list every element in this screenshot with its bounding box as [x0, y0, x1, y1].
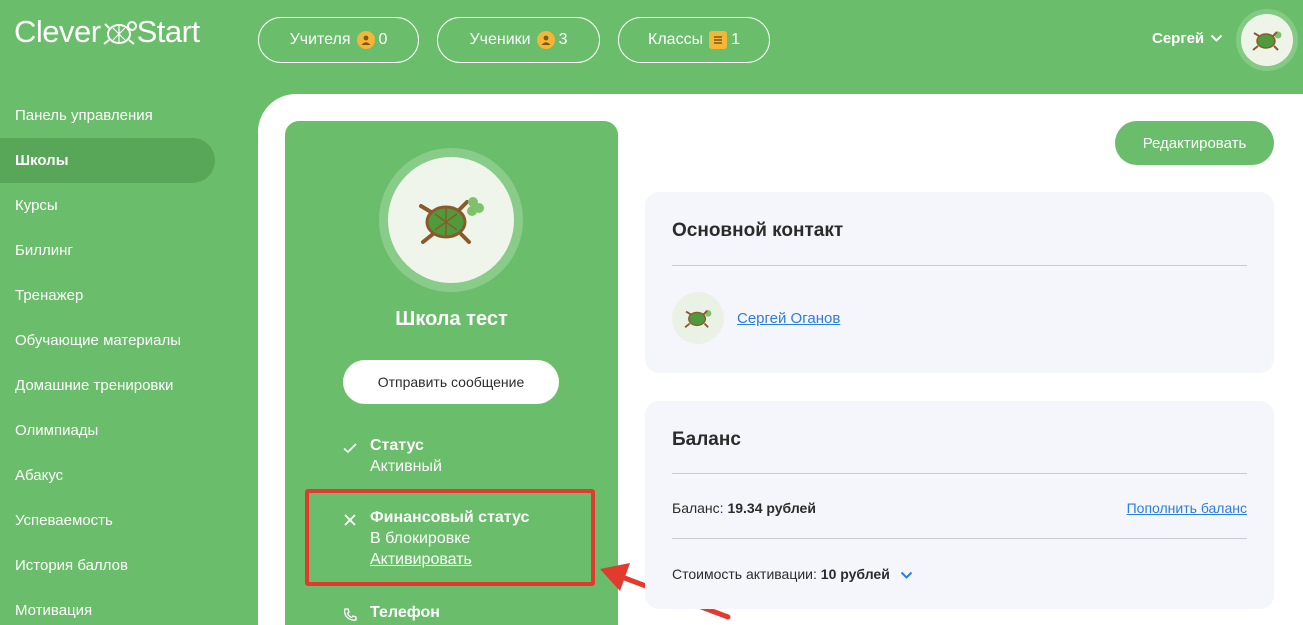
activation-cost-value: 10 рублей: [820, 566, 890, 582]
sidebar-item-olympiads[interactable]: Олимпиады: [0, 408, 215, 453]
balance-panel: Баланс Баланс: 19.34 рублей Пополнить ба…: [645, 401, 1274, 609]
sidebar-item-abacus[interactable]: Абакус: [0, 453, 215, 498]
user-menu[interactable]: Сергей: [1152, 30, 1223, 47]
status-title: Статус: [370, 437, 424, 454]
turtle-avatar-icon: [684, 309, 712, 328]
phone-title: Телефон: [370, 604, 440, 621]
contact-name-link[interactable]: Сергей Оганов: [737, 310, 840, 327]
sidebar-item-schools[interactable]: Школы: [0, 138, 215, 183]
classes-counter[interactable]: Классы 1: [618, 17, 770, 63]
logo-text-right: Start: [136, 14, 200, 49]
person-icon: [536, 31, 555, 49]
sidebar-item-points-history[interactable]: История баллов: [0, 543, 215, 588]
divider: [672, 538, 1247, 539]
balance-line: Баланс: 19.34 рублей: [672, 500, 816, 516]
app-logo[interactable]: Clever Start: [14, 14, 200, 50]
turtle-avatar-icon: [1252, 31, 1282, 51]
list-icon: [709, 31, 728, 49]
counter-label: Учителя: [289, 31, 351, 48]
school-name: Школа тест: [395, 308, 508, 330]
sidebar-item-homework[interactable]: Домашние тренировки: [0, 363, 215, 408]
person-icon: [356, 31, 375, 49]
school-logo: [379, 148, 523, 292]
sidebar-item-trainer[interactable]: Тренажер: [0, 273, 215, 318]
edit-button[interactable]: Редактировать: [1115, 121, 1274, 165]
divider: [672, 473, 1247, 474]
sidebar-item-billing[interactable]: Биллинг: [0, 228, 215, 273]
balance-value: 19.34 рублей: [727, 500, 816, 516]
sidebar-item-materials[interactable]: Обучающие материалы: [0, 318, 215, 363]
logo-text-left: Clever: [14, 14, 101, 49]
activation-cost-line[interactable]: Стоимость активации: 10 рублей: [672, 566, 913, 582]
chevron-down-icon: [1210, 34, 1223, 42]
check-icon: [343, 443, 357, 454]
counter-value: 0: [378, 31, 388, 48]
turtle-logo-icon: [419, 197, 484, 244]
status-value: Активный: [370, 458, 442, 475]
counter-label: Классы: [648, 31, 704, 48]
sidebar-item-progress[interactable]: Успеваемость: [0, 498, 215, 543]
counter-value: 1: [731, 31, 740, 48]
topup-balance-link[interactable]: Пополнить баланс: [1127, 500, 1247, 516]
phone-icon: [344, 608, 357, 621]
balance-title: Баланс: [672, 429, 741, 450]
main-contact-panel: Основной контакт Сергей Оганов: [645, 192, 1274, 373]
sidebar-item-motivation[interactable]: Мотивация: [0, 588, 215, 625]
sidebar-item-courses[interactable]: Курсы: [0, 183, 215, 228]
divider: [672, 265, 1247, 266]
activation-cost-label: Стоимость активации:: [672, 566, 817, 582]
chevron-down-icon[interactable]: [900, 571, 913, 580]
sidebar-item-dashboard[interactable]: Панель управления: [0, 93, 215, 138]
balance-label: Баланс:: [672, 500, 724, 516]
send-message-button[interactable]: Отправить сообщение: [343, 360, 559, 404]
main-contact-title: Основной контакт: [672, 220, 844, 241]
highlight-annotation: [305, 489, 595, 586]
turtle-logo-icon: [102, 21, 137, 45]
contact-avatar: [672, 292, 724, 344]
counter-value: 3: [558, 31, 568, 48]
user-avatar[interactable]: [1236, 9, 1298, 71]
students-counter[interactable]: Ученики 3: [437, 17, 600, 63]
sidebar-nav: Панель управления Школы Курсы Биллинг Тр…: [0, 93, 225, 625]
counter-label: Ученики: [469, 31, 531, 48]
teachers-counter[interactable]: Учителя 0: [258, 17, 419, 63]
user-name-label: Сергей: [1152, 30, 1205, 47]
